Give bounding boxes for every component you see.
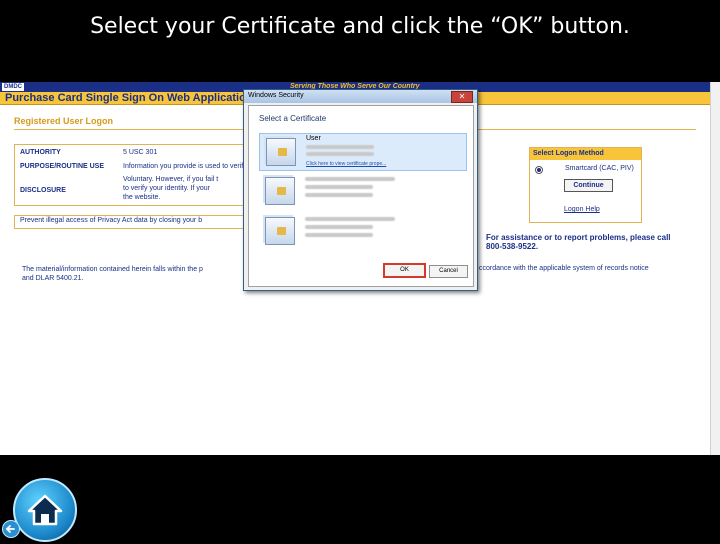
house-glyph xyxy=(27,494,63,526)
chip-icon xyxy=(277,187,286,195)
redacted-name xyxy=(305,217,395,221)
disclosure-value-2: the website. xyxy=(123,194,161,201)
logon-method-header: Select Logon Method xyxy=(530,148,641,160)
redacted-validity xyxy=(305,233,373,237)
purpose-label: PURPOSE/ROUTINE USE xyxy=(20,163,105,170)
logon-help-link[interactable]: Logon Help xyxy=(564,206,600,213)
redacted-issuer xyxy=(306,145,374,149)
assistance-line: For assistance or to report problems, pl… xyxy=(486,233,671,242)
ok-button[interactable]: OK xyxy=(383,263,426,278)
material-notice: The material/information contained herei… xyxy=(22,265,203,283)
privacy-warning-text: Prevent illegal access of Privacy Act da… xyxy=(20,217,203,224)
back-arrow-glyph xyxy=(5,525,15,533)
smartcard-radio[interactable] xyxy=(535,166,543,174)
redacted-issuer xyxy=(305,225,373,229)
smartcard-option-label: Smartcard (CAC, PIV) xyxy=(565,165,634,172)
certificate-item[interactable]: User Click here to view certificate prop… xyxy=(259,133,467,171)
continue-button[interactable]: Continue xyxy=(564,179,613,192)
dialog-subtitle: Select a Certificate xyxy=(259,114,327,123)
home-icon[interactable] xyxy=(13,478,77,542)
certificate-card-icon xyxy=(265,217,295,245)
material-line-2: and DLAR 5400.21. xyxy=(22,275,84,282)
material-line: The material/information contained herei… xyxy=(22,266,203,273)
authority-value: 5 USC 301 xyxy=(123,149,158,156)
certificate-card-icon xyxy=(266,138,296,166)
assistance-text: For assistance or to report problems, pl… xyxy=(486,233,671,251)
slide-title: Select your Certificate and click the “O… xyxy=(90,14,630,39)
redacted-issuer xyxy=(305,185,373,189)
authority-label: AUTHORITY xyxy=(20,149,61,156)
certificate-card-icon xyxy=(265,177,295,205)
certificate-item[interactable] xyxy=(259,173,465,209)
dialog-titlebar: Windows Security ✕ xyxy=(244,90,477,103)
certificate-name: User xyxy=(306,135,321,142)
purpose-value-2: Voluntary. However, if you fail t xyxy=(123,176,219,183)
disclosure-value: to verify your identity. If your xyxy=(123,185,211,192)
dmdc-logo: DMDC xyxy=(2,83,24,91)
scrollbar[interactable] xyxy=(710,82,720,455)
disclosure-label: DISCLOSURE xyxy=(20,187,66,194)
certificate-item[interactable] xyxy=(259,213,465,249)
redacted-validity xyxy=(305,193,373,197)
close-icon[interactable]: ✕ xyxy=(451,91,473,103)
chip-icon xyxy=(277,227,286,235)
dialog-body: Select a Certificate User Click here to … xyxy=(248,105,474,287)
material-notice-right: ccordance with the applicable system of … xyxy=(479,265,649,272)
back-arrow-icon[interactable] xyxy=(2,520,20,538)
windows-security-dialog: Windows Security ✕ Select a Certificate … xyxy=(243,89,478,291)
dialog-title: Windows Security xyxy=(248,92,304,99)
assistance-phone: 800-538-9522. xyxy=(486,242,539,251)
cancel-button[interactable]: Cancel xyxy=(429,265,468,278)
redacted-name xyxy=(305,177,395,181)
page-title: Registered User Logon xyxy=(14,116,114,126)
logon-method-panel: Select Logon Method Smartcard (CAC, PIV)… xyxy=(529,147,642,223)
certificate-properties-link[interactable]: Click here to view certificate prope... xyxy=(306,161,386,167)
chip-icon xyxy=(278,148,287,156)
redacted-validity xyxy=(306,152,374,156)
